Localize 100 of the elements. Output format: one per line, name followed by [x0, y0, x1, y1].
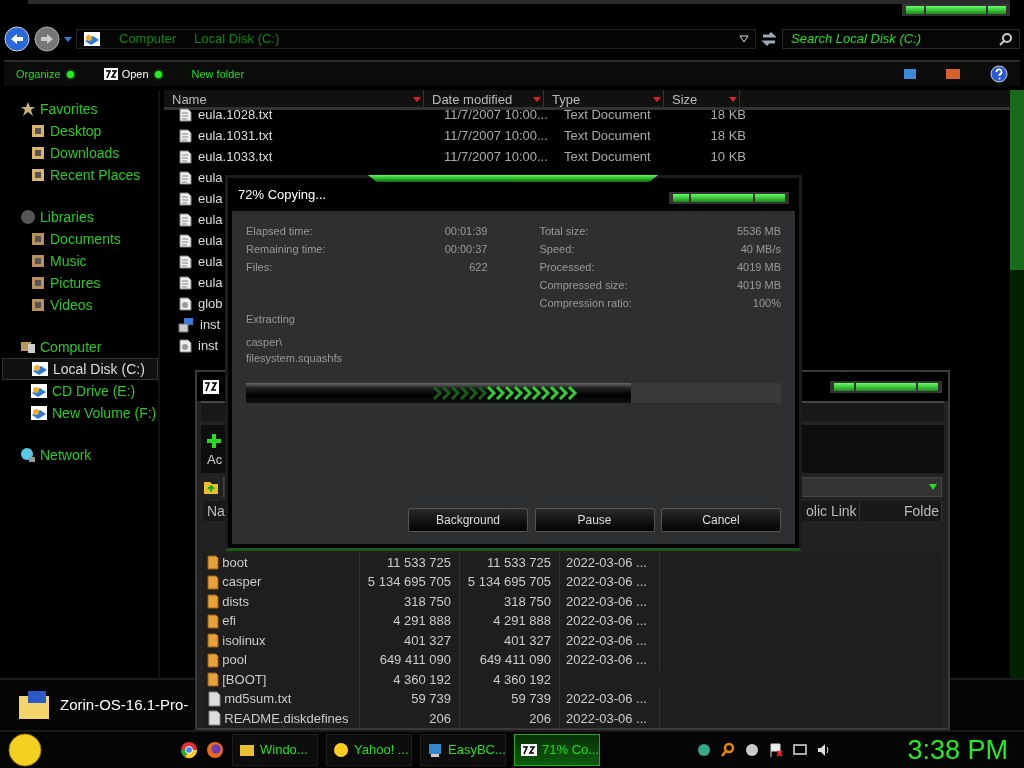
- taskbar-button[interactable]: Yahoo! ...: [326, 734, 412, 766]
- search-field[interactable]: Search Local Disk (C:): [789, 28, 999, 50]
- size-cell-text: 18 KB: [709, 126, 747, 145]
- type-cell-text: Text Document: [564, 106, 652, 124]
- search-icon[interactable]: [720, 742, 736, 758]
- dialog-button[interactable]: Cancel: [661, 508, 781, 532]
- column-header[interactable]: Folde: [860, 500, 942, 521]
- type-cell-text: Text Document: [563, 147, 652, 166]
- globe-icon: [20, 447, 36, 463]
- file-name[interactable]: md5sum.txt: [224, 689, 292, 709]
- volume-icon[interactable]: [816, 742, 832, 758]
- file-name[interactable]: eula.1033.txt: [198, 146, 436, 167]
- stat-value: 5536 MB: [736, 224, 781, 239]
- document-icon: [178, 212, 192, 227]
- status-text: Extracting: [246, 312, 296, 327]
- taskbar-button[interactable]: 71% Co...: [514, 734, 600, 766]
- file-name[interactable]: pool: [222, 650, 247, 670]
- address-bar[interactable]: Computer Local Disk (C:): [76, 29, 756, 49]
- file-name[interactable]: dists: [222, 591, 249, 611]
- size-cell: 5 134 695 705: [360, 572, 460, 592]
- sidebar-item[interactable]: Recent Places: [0, 164, 158, 186]
- file-name[interactable]: README.diskdefines: [224, 708, 349, 728]
- browser-icon[interactable]: [180, 741, 198, 759]
- dropdown-icon[interactable]: [739, 35, 749, 43]
- taskbar-button[interactable]: Windo...: [232, 734, 318, 766]
- file-name[interactable]: eula.1028.txt: [198, 104, 436, 125]
- dropdown-icon[interactable]: [64, 35, 72, 43]
- sidebar-header[interactable]: Libraries: [0, 206, 158, 228]
- stat-label: Files:: [246, 260, 273, 275]
- sidebar-item[interactable]: Downloads: [0, 142, 158, 164]
- column-header[interactable]: Size: [664, 90, 740, 107]
- file-name[interactable]: [BOOT]: [222, 669, 267, 689]
- drive-icon: [31, 361, 49, 377]
- stat-value: 40 MB/s: [740, 242, 781, 257]
- flag-icon[interactable]: [768, 742, 784, 758]
- search-box[interactable]: Search Local Disk (C:): [782, 29, 1020, 49]
- file-name[interactable]: boot: [222, 552, 248, 572]
- forward-icon[interactable]: [34, 26, 60, 52]
- drive-icon: [30, 383, 48, 399]
- toolbar-button[interactable]: New folder: [191, 65, 245, 83]
- file-name[interactable]: efi: [222, 611, 236, 631]
- app-icon: [427, 742, 443, 758]
- stat-label: Elapsed time:: [246, 224, 313, 239]
- size-cell: 206: [460, 708, 560, 728]
- sidebar-item[interactable]: Pictures: [0, 272, 158, 294]
- window-controls[interactable]: [669, 191, 789, 204]
- dialog-button[interactable]: Pause: [534, 508, 655, 532]
- dropdown-icon: [929, 483, 937, 490]
- refresh-icon[interactable]: [760, 30, 778, 48]
- sidebar-item[interactable]: Desktop: [0, 120, 158, 142]
- sidebar-item[interactable]: New Volume (F:): [0, 402, 158, 424]
- plus-icon[interactable]: [207, 434, 221, 449]
- breadcrumb-item[interactable]: Local Disk (C:): [194, 29, 280, 49]
- sidebar-item[interactable]: Documents: [0, 228, 158, 250]
- toolbar-button[interactable]: Organize: [16, 65, 74, 83]
- dialog-title: 72% Copying...: [238, 185, 327, 204]
- file-name[interactable]: isolinux: [222, 630, 266, 650]
- sidebar-header[interactable]: Favorites: [0, 98, 158, 120]
- toolbar-button[interactable]: Open: [103, 65, 162, 83]
- stat-label: Processed:: [539, 260, 595, 275]
- size-cell: 206: [360, 708, 460, 728]
- sidebar-item[interactable]: Videos: [0, 294, 158, 316]
- file-name[interactable]: casper: [222, 572, 262, 592]
- installer-icon: [178, 316, 194, 333]
- monitor-icon[interactable]: [792, 742, 808, 758]
- taskbar-button[interactable]: EasyBC...: [420, 734, 506, 766]
- document-icon: [178, 107, 192, 122]
- app-icon: [521, 742, 537, 758]
- date-cell: 2022-03-06 ...: [560, 708, 660, 728]
- browser-icon[interactable]: [206, 741, 224, 759]
- date-cell: 2022-03-06 ...: [560, 572, 660, 592]
- sidebar-item[interactable]: CD Drive (E:): [0, 380, 158, 402]
- status-icon[interactable]: [744, 742, 760, 758]
- date-cell: 2022-03-06 ...: [560, 689, 660, 709]
- size-cell: 59 739: [460, 689, 560, 709]
- sevenzip-icon: [103, 67, 118, 80]
- window-controls[interactable]: [830, 380, 942, 393]
- column-header[interactable]: Type: [544, 90, 664, 107]
- star-icon: [20, 101, 36, 117]
- sidebar-item[interactable]: Music: [0, 250, 158, 272]
- sidebar-header[interactable]: Computer: [0, 336, 158, 358]
- dialog-button[interactable]: Background: [408, 508, 528, 532]
- start-button[interactable]: [6, 732, 44, 768]
- column-header[interactable]: Date modified: [424, 90, 544, 107]
- stat-label: Remaining time:: [246, 242, 326, 257]
- window-controls[interactable]: [902, 4, 1010, 16]
- circle-icon: [20, 209, 36, 225]
- sidebar-header[interactable]: Network: [0, 444, 158, 466]
- help-icon[interactable]: [990, 65, 1008, 83]
- date-cell-text: 11/7/2007 10:00...: [443, 105, 549, 124]
- document-icon: [178, 254, 192, 269]
- date-cell: 2022-03-06 ...: [560, 650, 660, 670]
- back-icon[interactable]: [4, 26, 30, 52]
- date-cell-text: 11/7/2007 10:00...: [443, 147, 549, 166]
- size-cell-text: 10 KB: [709, 147, 747, 166]
- file-name[interactable]: eula.1031.txt: [198, 125, 436, 146]
- sidebar-item[interactable]: Local Disk (C:): [2, 358, 158, 380]
- scrollbar[interactable]: [1010, 90, 1024, 678]
- size-cell: 649 411 090: [360, 650, 460, 670]
- breadcrumb-item[interactable]: Computer: [119, 29, 177, 49]
